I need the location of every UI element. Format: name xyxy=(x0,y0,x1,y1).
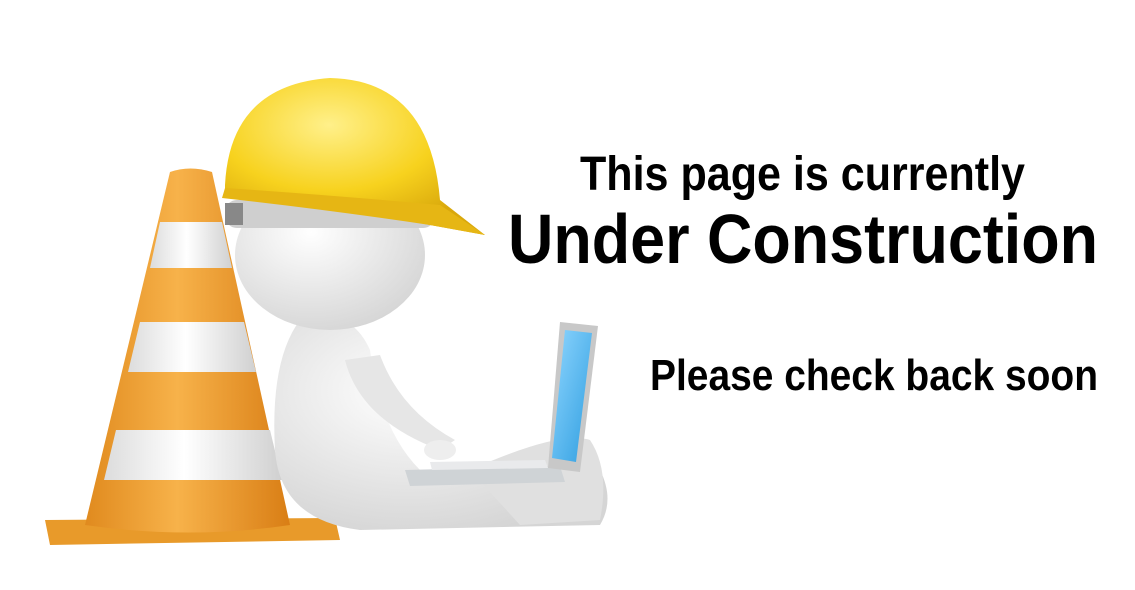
check-back-message: Please check back soon xyxy=(650,351,1098,400)
laptop-icon xyxy=(405,322,598,486)
headline-intro: This page is currently xyxy=(580,148,1025,201)
headline-title: Under Construction xyxy=(508,200,1098,278)
under-construction-page: This page is currently Under Constructio… xyxy=(45,78,1098,545)
